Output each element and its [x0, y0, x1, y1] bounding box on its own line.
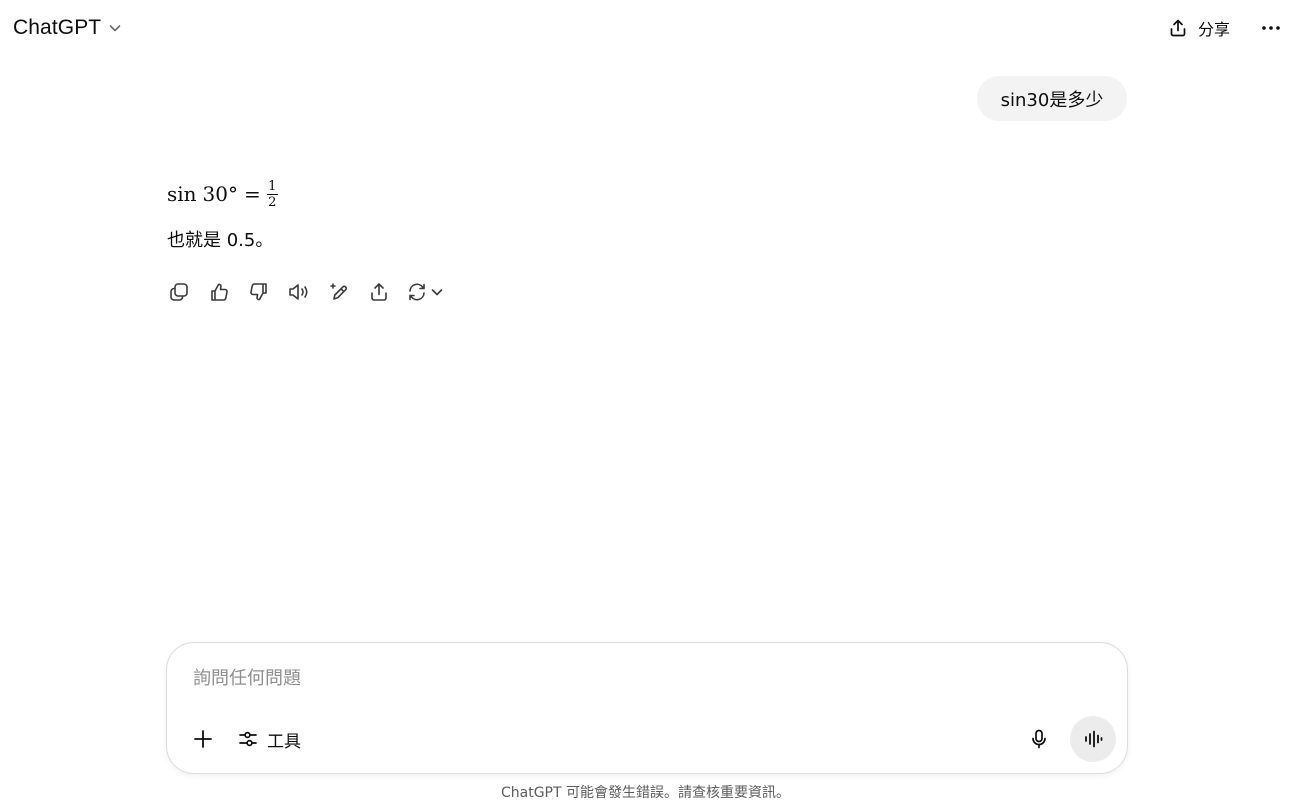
tools-label: 工具	[267, 731, 301, 752]
chevron-down-icon	[107, 20, 123, 36]
assistant-math-expression: sin 30° = 1 2	[167, 176, 278, 212]
disclaimer-text: ChatGPT 可能會發生錯誤。請查核重要資訊。	[500, 785, 790, 801]
math-function: sin	[167, 182, 197, 206]
voice-mode-icon	[1082, 728, 1104, 750]
microphone-icon	[1028, 728, 1050, 750]
regenerate-button[interactable]	[403, 276, 447, 308]
share-message-button[interactable]	[363, 276, 395, 308]
top-bar: ChatGPT 分享	[0, 0, 1291, 56]
add-attachment-button[interactable]	[185, 721, 221, 757]
read-aloud-icon	[287, 281, 311, 303]
copy-icon	[168, 281, 190, 303]
prompt-input[interactable]	[193, 663, 1093, 693]
model-selector-button[interactable]: ChatGPT	[6, 10, 130, 46]
math-equals: =	[244, 182, 261, 206]
plus-icon	[192, 728, 214, 750]
copy-button[interactable]	[163, 276, 195, 308]
model-name: ChatGPT	[13, 16, 102, 39]
chat-page: ChatGPT 分享 sin30是多少 sin 30° = 1 2 也就是 0.…	[0, 0, 1291, 811]
message-actions	[163, 276, 447, 308]
user-message-bubble: sin30是多少	[977, 76, 1127, 121]
dictation-button[interactable]	[1021, 721, 1057, 757]
read-aloud-button[interactable]	[283, 276, 315, 308]
fraction-numerator: 1	[268, 178, 277, 194]
edit-in-canvas-button[interactable]	[323, 276, 355, 308]
share-button[interactable]: 分享	[1160, 12, 1238, 44]
share-label: 分享	[1198, 20, 1231, 39]
more-horizontal-icon	[1261, 25, 1281, 31]
voice-mode-button[interactable]	[1070, 716, 1116, 762]
thumbs-up-icon	[208, 281, 230, 303]
sliders-icon	[237, 728, 259, 750]
fraction-denominator: 2	[268, 194, 277, 210]
thumbs-down-icon	[248, 281, 270, 303]
more-options-button[interactable]	[1254, 12, 1288, 44]
message-composer: 工具	[166, 642, 1128, 774]
chevron-down-icon	[430, 285, 444, 299]
regenerate-icon	[406, 281, 430, 303]
bad-response-button[interactable]	[243, 276, 275, 308]
edit-in-canvas-icon	[328, 281, 350, 303]
math-argument: 30°	[202, 182, 238, 206]
share-icon	[1168, 18, 1188, 38]
tools-button[interactable]: 工具	[231, 721, 307, 757]
math-fraction: 1 2	[266, 178, 278, 210]
good-response-button[interactable]	[203, 276, 235, 308]
user-message-text: sin30是多少	[1000, 89, 1104, 111]
assistant-answer-text: 也就是 0.5。	[167, 230, 274, 251]
share-icon	[368, 281, 390, 303]
